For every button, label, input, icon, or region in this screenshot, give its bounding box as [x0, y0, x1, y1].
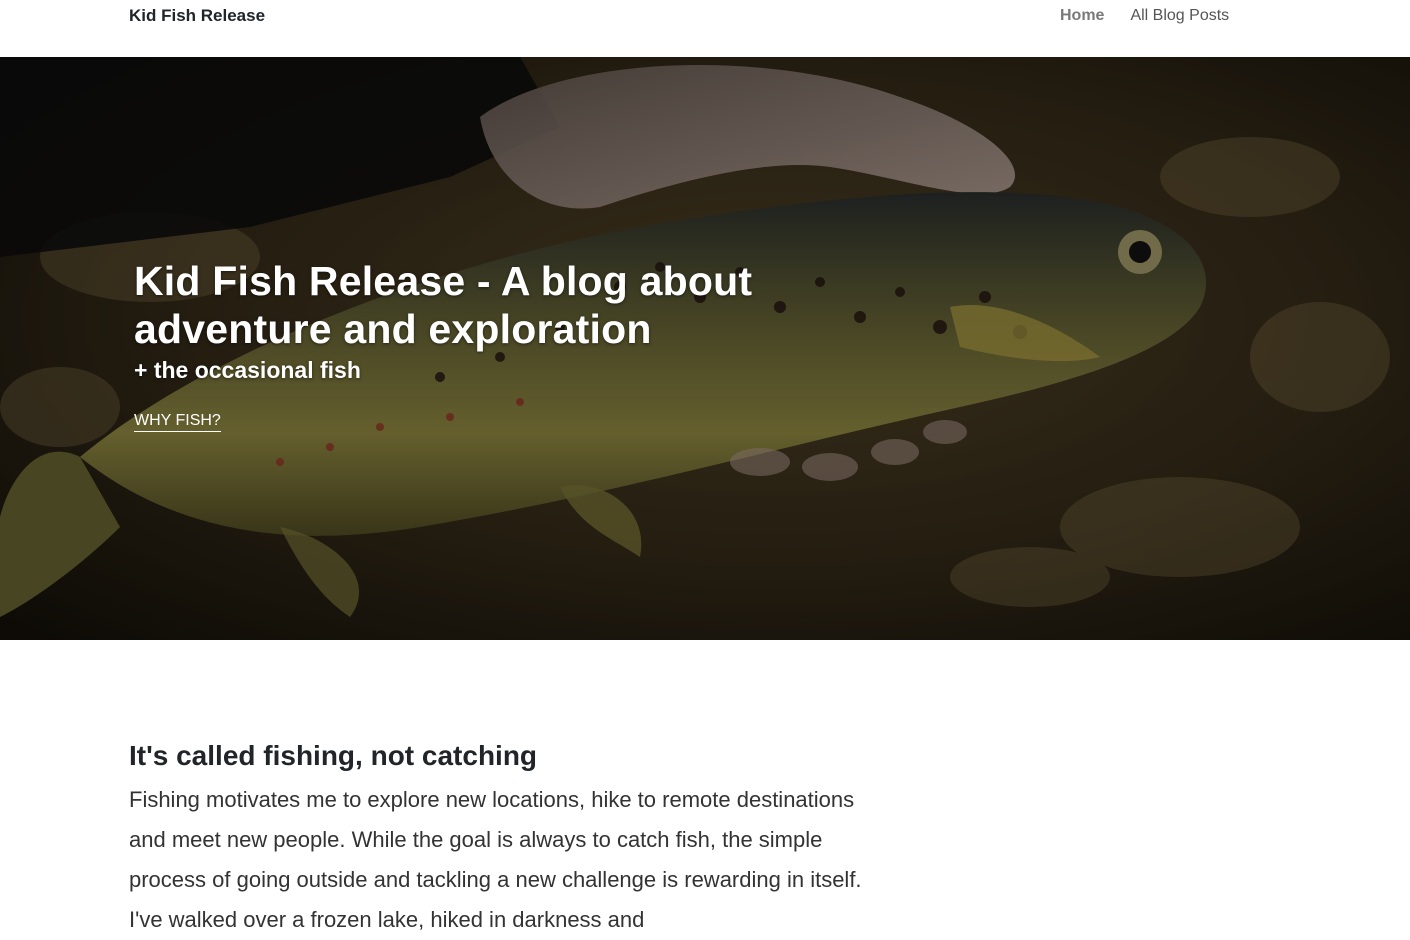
nav-links: Home All Blog Posts — [1060, 7, 1229, 25]
intro-article: It's called fishing, not catching Fishin… — [129, 738, 869, 940]
hero-text-block: Kid Fish Release - A blog about adventur… — [134, 257, 854, 432]
nav-link-all-blog-posts[interactable]: All Blog Posts — [1130, 7, 1229, 25]
site-brand-link[interactable]: Kid Fish Release — [129, 6, 265, 26]
article-body: Fishing motivates me to explore new loca… — [129, 787, 862, 932]
hero-title: Kid Fish Release - A blog about adventur… — [134, 258, 753, 352]
hero-subtitle: + the occasional fish — [134, 357, 361, 383]
why-fish-link[interactable]: WHY FISH? — [134, 412, 221, 432]
nav-link-home[interactable]: Home — [1060, 7, 1104, 25]
top-navbar: Kid Fish Release Home All Blog Posts — [0, 0, 1410, 57]
hero-banner: Kid Fish Release - A blog about adventur… — [0, 57, 1410, 640]
article-heading: It's called fishing, not catching — [129, 740, 538, 771]
